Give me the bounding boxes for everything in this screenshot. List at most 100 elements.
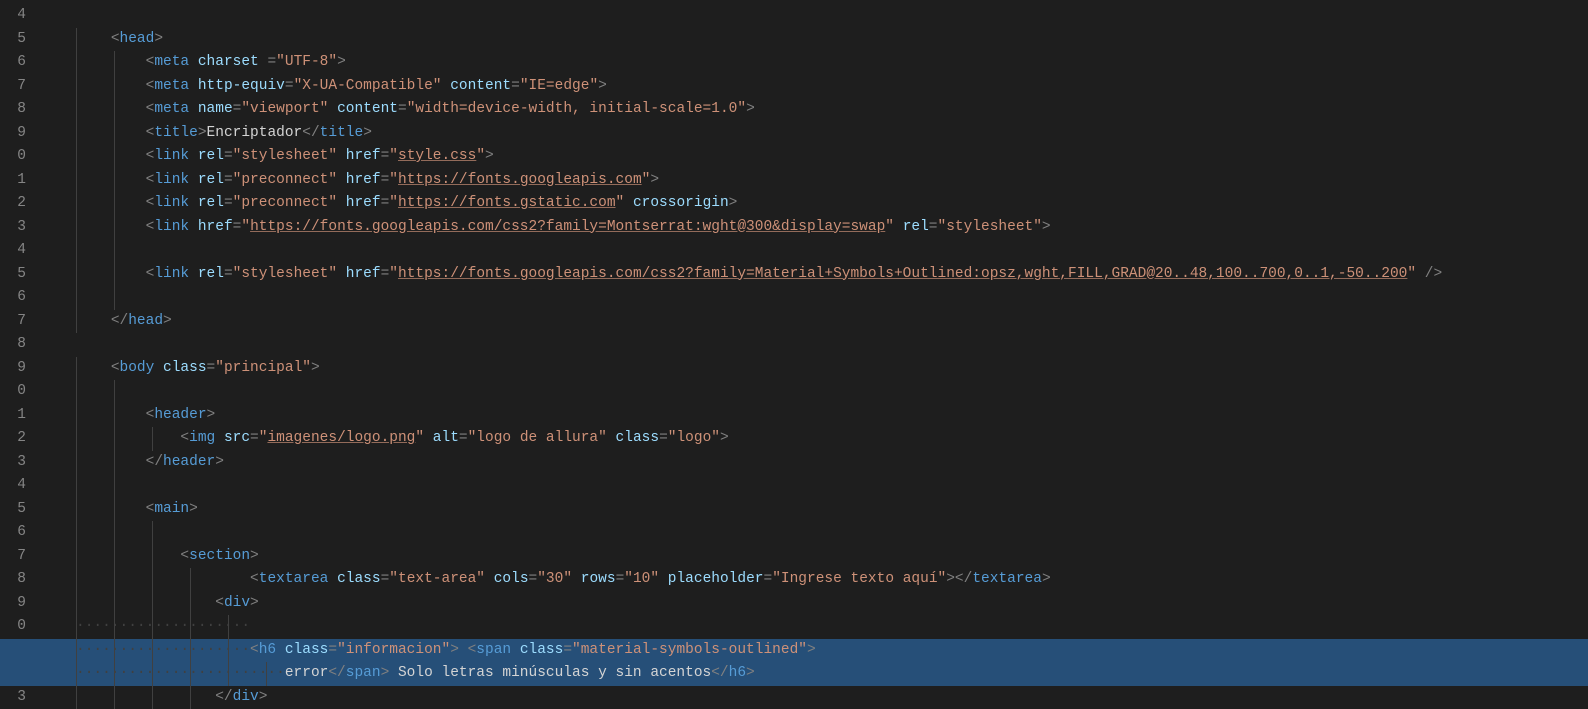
code-line[interactable]: ····················	[58, 615, 1588, 639]
token-txt	[511, 642, 520, 658]
token-txt	[894, 219, 903, 235]
code-line[interactable]: <link rel="stylesheet" href="style.css">	[58, 145, 1588, 169]
token-tag: head	[120, 31, 155, 47]
token-punct: </	[328, 665, 345, 681]
line-number: 3	[0, 216, 26, 240]
code-line[interactable]: <head>	[58, 28, 1588, 52]
token-attr: class	[285, 642, 329, 658]
token-punct: >	[720, 430, 729, 446]
code-line[interactable]	[58, 474, 1588, 498]
token-txt	[189, 195, 198, 211]
token-str: "stylesheet"	[233, 148, 337, 164]
code-line[interactable]: <div>	[58, 592, 1588, 616]
line-number: 8	[0, 568, 26, 592]
token-txt	[189, 266, 198, 282]
token-punct: =	[224, 195, 233, 211]
code-line[interactable]: <textarea class="text-area" cols="30" ro…	[58, 568, 1588, 592]
line-number: 5	[0, 498, 26, 522]
code-line[interactable]: <meta charset ="UTF-8">	[58, 51, 1588, 75]
code-line[interactable]: ························error</span> Sol…	[58, 662, 1588, 686]
token-txt	[442, 78, 451, 94]
code-line[interactable]	[58, 521, 1588, 545]
token-txt	[337, 266, 346, 282]
token-punct: =	[929, 219, 938, 235]
code-line[interactable]: <body class="principal">	[58, 357, 1588, 381]
token-attr: href	[346, 172, 381, 188]
code-line[interactable]: <meta http-equiv="X-UA-Compatible" conte…	[58, 75, 1588, 99]
line-number: 9	[0, 357, 26, 381]
token-punct: >	[1042, 571, 1051, 587]
code-line[interactable]: <main>	[58, 498, 1588, 522]
token-punct: =	[285, 78, 294, 94]
token-tag: link	[154, 195, 189, 211]
token-tag: div	[233, 689, 259, 705]
token-tag: title	[320, 125, 364, 141]
line-number: 7	[0, 75, 26, 99]
line-number: 7	[0, 310, 26, 334]
code-line[interactable]: <link href="https://fonts.googleapis.com…	[58, 216, 1588, 240]
token-tag: textarea	[972, 571, 1042, 587]
token-attr: placeholder	[668, 571, 764, 587]
token-str: "	[389, 172, 398, 188]
token-punct: =	[659, 430, 668, 446]
token-punct: =	[224, 148, 233, 164]
token-str: "10"	[624, 571, 659, 587]
token-punct: />	[1425, 266, 1442, 282]
token-tag: span	[346, 665, 381, 681]
token-punct: <	[215, 595, 224, 611]
line-number: 4	[0, 474, 26, 498]
code-line[interactable]: <section>	[58, 545, 1588, 569]
token-tag: main	[154, 501, 189, 517]
token-punct: >	[807, 642, 816, 658]
token-punct: =	[381, 172, 390, 188]
code-line[interactable]	[58, 333, 1588, 357]
token-punct: </	[711, 665, 728, 681]
token-txt	[328, 101, 337, 117]
code-line[interactable]: </header>	[58, 451, 1588, 475]
token-attr: class	[520, 642, 564, 658]
line-number: 5	[0, 263, 26, 287]
token-punct: =	[616, 571, 625, 587]
code-line[interactable]: </head>	[58, 310, 1588, 334]
code-area[interactable]: <head> <meta charset ="UTF-8"> <meta htt…	[58, 0, 1588, 693]
code-line[interactable]: <title>Encriptador</title>	[58, 122, 1588, 146]
token-str: "text-area"	[389, 571, 485, 587]
token-tag: link	[154, 219, 189, 235]
code-line[interactable]	[58, 239, 1588, 263]
token-str: "logo"	[668, 430, 720, 446]
token-punct: =	[328, 642, 337, 658]
code-line[interactable]: <link rel="stylesheet" href="https://fon…	[58, 263, 1588, 287]
code-line[interactable]: <link rel="preconnect" href="https://fon…	[58, 192, 1588, 216]
token-punct: =	[511, 78, 520, 94]
code-editor[interactable]: 456789012345678901234567890123 <head> <m…	[0, 0, 1588, 693]
code-line[interactable]: <header>	[58, 404, 1588, 428]
code-line[interactable]	[58, 380, 1588, 404]
code-line[interactable]: <img src="imagenes/logo.png" alt="logo d…	[58, 427, 1588, 451]
code-line[interactable]	[58, 4, 1588, 28]
token-tag: header	[154, 407, 206, 423]
code-line[interactable]: <meta name="viewport" content="width=dev…	[58, 98, 1588, 122]
token-punct: =	[459, 430, 468, 446]
code-line[interactable]: <link rel="preconnect" href="https://fon…	[58, 169, 1588, 193]
line-number: 6	[0, 286, 26, 310]
token-attr: class	[337, 571, 381, 587]
token-attr: src	[224, 430, 250, 446]
token-punct: >	[215, 454, 224, 470]
token-txt	[572, 571, 581, 587]
line-number: 0	[0, 615, 26, 639]
token-punct: >	[650, 172, 659, 188]
token-attr: rel	[903, 219, 929, 235]
code-line[interactable]: </div>	[58, 686, 1588, 709]
token-attr: cols	[494, 571, 529, 587]
token-punct: <	[250, 642, 259, 658]
token-txt	[215, 571, 250, 587]
code-line[interactable]: ····················<h6 class="informaci…	[58, 639, 1588, 663]
token-punct: =	[381, 266, 390, 282]
token-attr: rel	[198, 172, 224, 188]
token-str: "preconnect"	[233, 172, 337, 188]
token-str: "	[476, 148, 485, 164]
token-tag: div	[224, 595, 250, 611]
token-txt	[189, 54, 198, 70]
token-punct: >	[746, 101, 755, 117]
code-line[interactable]	[58, 286, 1588, 310]
